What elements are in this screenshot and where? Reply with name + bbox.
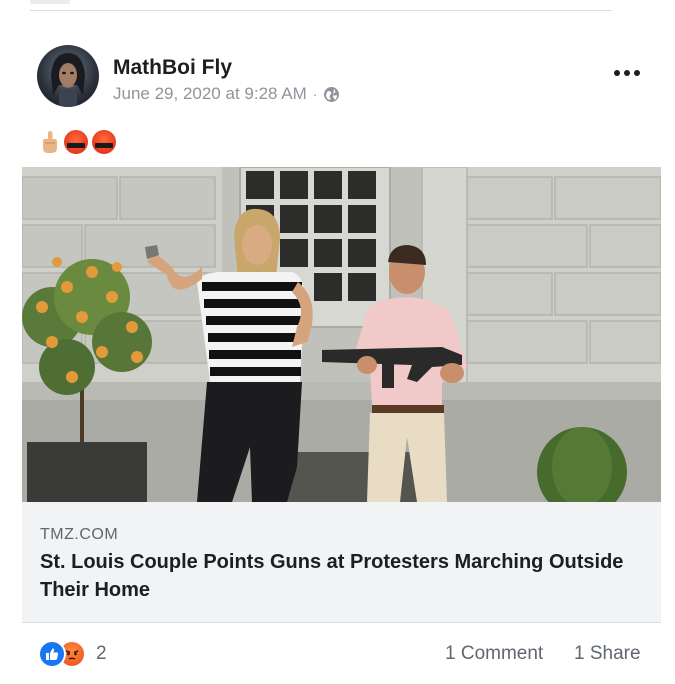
previous-post-edge — [30, 0, 70, 4]
post-author-name[interactable]: MathBoi Fly — [113, 56, 232, 80]
post-footer: 2 1 Comment 1 Share — [38, 640, 650, 670]
more-dot — [634, 70, 640, 76]
middle-finger-emoji — [40, 130, 60, 154]
avatar-image — [51, 53, 85, 107]
link-title[interactable]: St. Louis Couple Points Guns at Proteste… — [40, 548, 630, 604]
globe-icon[interactable] — [323, 86, 340, 103]
swearing-face-emoji — [92, 130, 116, 154]
shared-link-card[interactable]: TMZ.COM St. Louis Couple Points Guns at … — [22, 167, 661, 623]
reactions-summary[interactable]: 2 — [38, 640, 107, 668]
comments-count-link[interactable]: 1 Comment — [445, 643, 543, 665]
post-status-text — [40, 130, 116, 154]
link-info[interactable]: TMZ.COM St. Louis Couple Points Guns at … — [22, 502, 661, 623]
author-avatar[interactable] — [37, 45, 99, 107]
top-divider — [30, 10, 612, 11]
post-meta: June 29, 2020 at 9:28 AM · — [113, 84, 340, 104]
link-domain: TMZ.COM — [40, 526, 119, 543]
shares-count-link[interactable]: 1 Share — [574, 643, 641, 665]
more-dot — [624, 70, 630, 76]
reaction-count: 2 — [96, 643, 107, 664]
post-timestamp[interactable]: June 29, 2020 at 9:28 AM — [113, 84, 307, 104]
more-options-icon[interactable] — [612, 66, 642, 80]
meta-separator: · — [312, 86, 318, 102]
more-dot — [614, 70, 620, 76]
link-preview-image[interactable] — [22, 167, 661, 502]
like-icon — [38, 640, 66, 668]
swearing-face-emoji — [64, 130, 88, 154]
